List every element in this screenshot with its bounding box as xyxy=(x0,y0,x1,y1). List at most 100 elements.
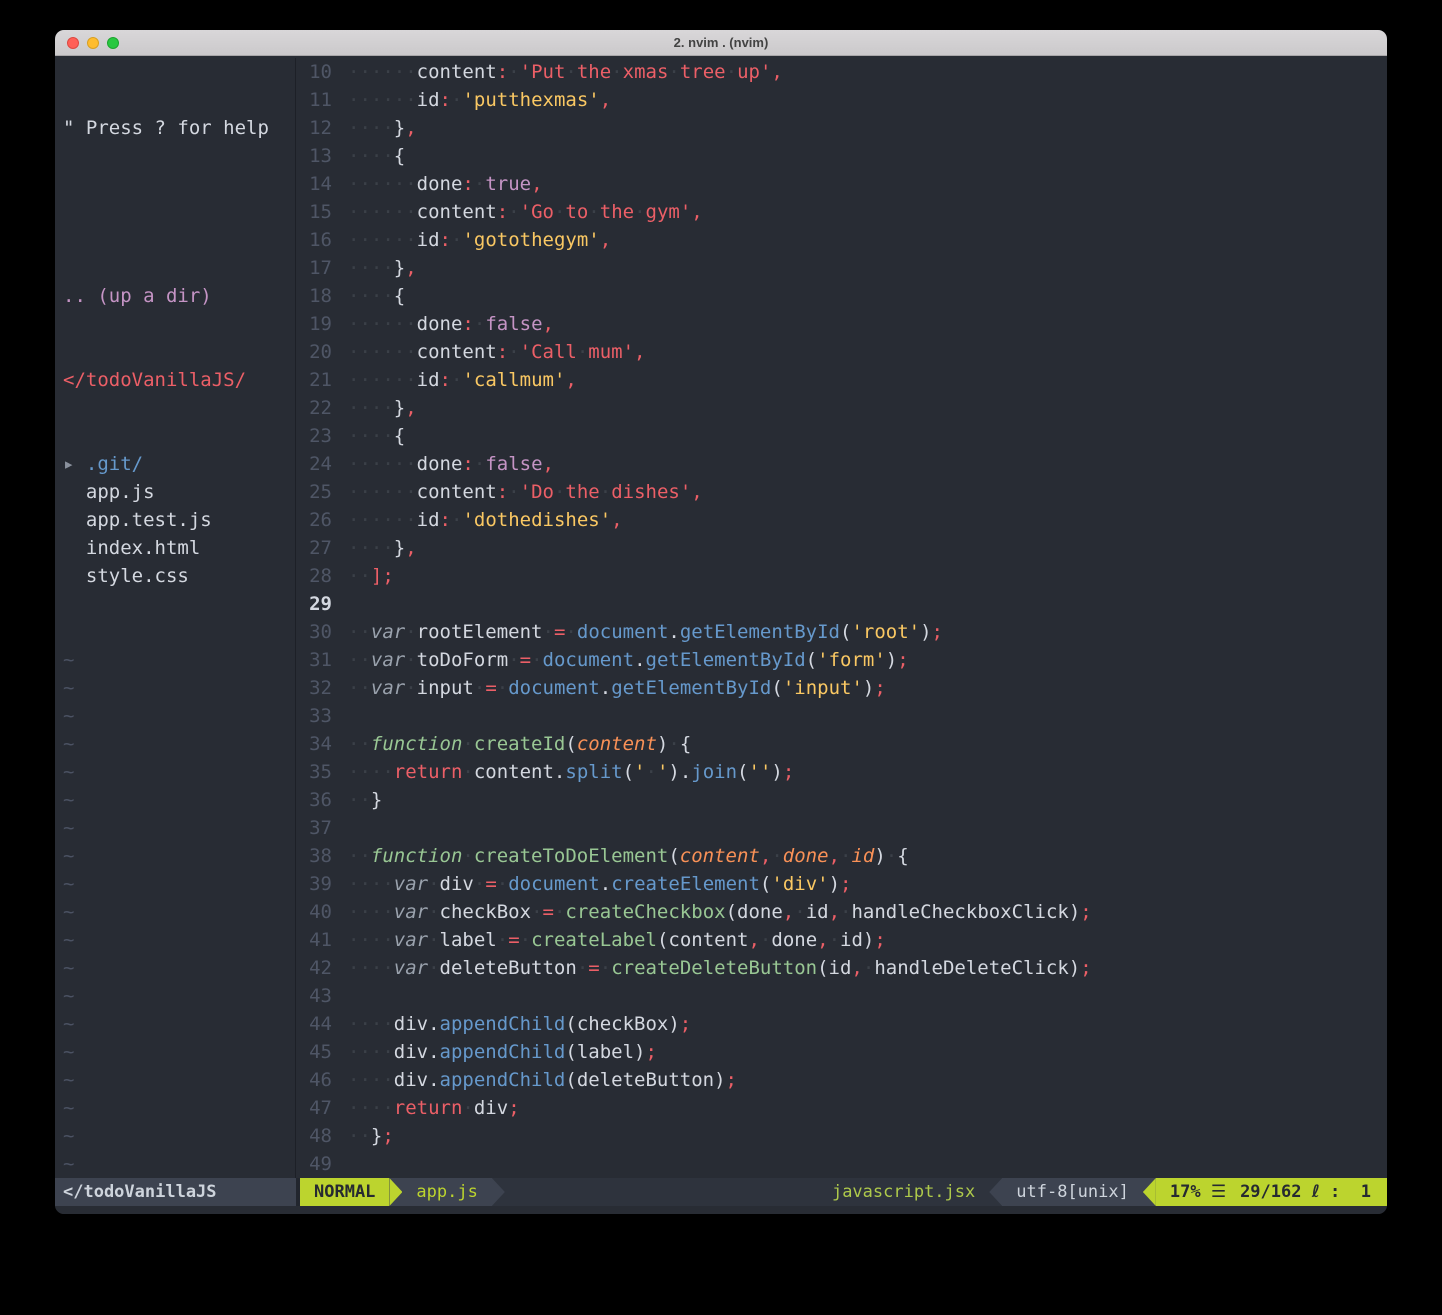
sidebar-entries: ▸ .git/ app.js app.test.js index.html st… xyxy=(55,450,295,590)
code-line-19[interactable]: 19······done:·false, xyxy=(296,310,1387,338)
line-number: 46 xyxy=(296,1066,332,1094)
code-line-20[interactable]: 20······content:·'Call·mum', xyxy=(296,338,1387,366)
code-line-42[interactable]: 42····var·deleteButton·=·createDeleteBut… xyxy=(296,954,1387,982)
code-line-46[interactable]: 46····div.appendChild(deleteButton); xyxy=(296,1066,1387,1094)
line-position: 29/162 xyxy=(1240,1182,1301,1202)
code-line-25[interactable]: 25······content:·'Do·the·dishes', xyxy=(296,478,1387,506)
code-line-23[interactable]: 23····{ xyxy=(296,422,1387,450)
code-line-17[interactable]: 17····}, xyxy=(296,254,1387,282)
code-token: : xyxy=(497,61,508,83)
code-line-35[interactable]: 35····return·content.split('·').join('')… xyxy=(296,758,1387,786)
code-line-49[interactable]: 49 xyxy=(296,1150,1387,1178)
explorer-statusline: </todoVanillaJS xyxy=(55,1178,296,1206)
code-line-30[interactable]: 30··var·rootElement·=·document.getElemen… xyxy=(296,618,1387,646)
code-token: document xyxy=(508,873,600,895)
code-line-11[interactable]: 11······id:·'putthexmas', xyxy=(296,86,1387,114)
code-line-12[interactable]: 12····}, xyxy=(296,114,1387,142)
tilde-marker: ~ xyxy=(55,842,295,870)
code-line-26[interactable]: 26······id:·'dothedishes', xyxy=(296,506,1387,534)
line-text: ····var·div·=·document.createElement('di… xyxy=(348,870,851,898)
code-line-44[interactable]: 44····div.appendChild(checkBox); xyxy=(296,1010,1387,1038)
code-token: div. xyxy=(394,1041,440,1063)
editor[interactable]: 10······content:·'Put·the·xmas·tree·up',… xyxy=(296,58,1387,1178)
line-number: 44 xyxy=(296,1010,332,1038)
code-line-10[interactable]: 10······content:·'Put·the·xmas·tree·up', xyxy=(296,58,1387,86)
code-line-43[interactable]: 43 xyxy=(296,982,1387,1010)
sidebar-entry-index.html[interactable]: index.html xyxy=(55,534,295,562)
code-token: done xyxy=(417,313,463,335)
file-explorer[interactable]: " Press ? for help .. (up a dir) </todoV… xyxy=(55,58,296,1178)
code-token: div. xyxy=(394,1013,440,1035)
code-line-22[interactable]: 22 ····}, xyxy=(296,394,1387,422)
sidebar-entry-app.test.js[interactable]: app.test.js xyxy=(55,506,295,534)
line-number: 20 xyxy=(296,338,332,366)
code-token: , xyxy=(600,89,611,111)
code-line-15[interactable]: 15······content:·'Go·to·the·gym', xyxy=(296,198,1387,226)
sidebar-entry-style.css[interactable]: style.css xyxy=(55,562,295,590)
line-number: 11 xyxy=(296,86,332,114)
line-text: ····var·label·=·createLabel(content,·don… xyxy=(348,926,886,954)
minimize-button-icon[interactable] xyxy=(87,37,99,49)
whitespace-dots: ·· xyxy=(348,565,371,587)
explorer-up-dir[interactable]: .. (up a dir) xyxy=(55,282,295,310)
code-line-31[interactable]: 31··var·toDoForm·=·document.getElementBy… xyxy=(296,646,1387,674)
code-token: , xyxy=(531,173,542,195)
whitespace-dots: ······ xyxy=(348,313,417,335)
line-text: ··function·createToDoElement(content,·do… xyxy=(348,842,909,870)
line-text: ····}, xyxy=(348,394,417,422)
code-line-13[interactable]: 13····{ xyxy=(296,142,1387,170)
line-number: 22 xyxy=(296,394,332,422)
code-line-33[interactable]: 33 xyxy=(296,702,1387,730)
line-number: 30 xyxy=(296,618,332,646)
code-line-48[interactable]: 48··}; xyxy=(296,1122,1387,1150)
code-token: : xyxy=(440,509,451,531)
sidebar-entry-app.js[interactable]: app.js xyxy=(55,478,295,506)
explorer-root-dir[interactable]: </todoVanillaJS/ xyxy=(55,366,295,394)
close-button-icon[interactable] xyxy=(67,37,79,49)
whitespace-dots: · xyxy=(451,509,462,531)
sidebar-tildes: ~~~~~~~~~~~~~~~~~~~~~~~~~~~~~~~ xyxy=(55,646,295,1178)
line-text: ··}; xyxy=(348,1122,394,1150)
line-text: ······content:·'Do·the·dishes', xyxy=(348,478,703,506)
code-line-32[interactable]: 32··var·input·=·document.getElementById(… xyxy=(296,674,1387,702)
code-line-16[interactable]: 16······id:·'gotothegym', xyxy=(296,226,1387,254)
line-text: ····{ xyxy=(348,422,405,450)
code-token: . xyxy=(600,873,611,895)
code-token: done xyxy=(783,845,829,867)
whitespace-dots: ···· xyxy=(348,145,394,167)
code-token: ; xyxy=(680,1013,691,1035)
code-token: function xyxy=(371,845,463,867)
code-line-24[interactable]: 24······done:·false, xyxy=(296,450,1387,478)
code-line-28[interactable]: 28··]; xyxy=(296,562,1387,590)
code-line-29[interactable]: 29 xyxy=(296,590,1387,618)
code-token: { xyxy=(394,425,405,447)
whitespace-dots: · xyxy=(531,901,542,923)
code-line-34[interactable]: 34··function·createId(content)·{ xyxy=(296,730,1387,758)
code-line-37[interactable]: 37 xyxy=(296,814,1387,842)
code-token: . xyxy=(600,677,611,699)
code-token: done xyxy=(417,453,463,475)
code-line-47[interactable]: 47····return·div; xyxy=(296,1094,1387,1122)
title-bar[interactable]: 2. nvim . (nvim) xyxy=(55,30,1387,56)
code-line-21[interactable]: 21······id:·'callmum', xyxy=(296,366,1387,394)
sidebar-entry-.git[interactable]: ▸ .git/ xyxy=(55,450,295,478)
code-line-40[interactable]: 40····var·checkBox·=·createCheckbox(done… xyxy=(296,898,1387,926)
zoom-button-icon[interactable] xyxy=(107,37,119,49)
filetype-segment: javascript.jsx xyxy=(818,1178,989,1206)
encoding-segment: utf-8[unix] xyxy=(1002,1178,1143,1206)
code-line-27[interactable]: 27····}, xyxy=(296,534,1387,562)
code-token: = xyxy=(485,677,496,699)
code-line-45[interactable]: 45····div.appendChild(label); xyxy=(296,1038,1387,1066)
code-line-38[interactable]: 38··function·createToDoElement(content,·… xyxy=(296,842,1387,870)
code-line-18[interactable]: 18····{ xyxy=(296,282,1387,310)
line-text: ······id:·'dothedishes', xyxy=(348,506,623,534)
code-line-14[interactable]: 14······done:·true, xyxy=(296,170,1387,198)
code-token: : xyxy=(497,341,508,363)
code-line-41[interactable]: 41····var·label·=·createLabel(content,·d… xyxy=(296,926,1387,954)
code-line-39[interactable]: 39····var·div·=·document.createElement('… xyxy=(296,870,1387,898)
code-line-36[interactable]: 36··} xyxy=(296,786,1387,814)
powerline-separator-icon xyxy=(389,1178,402,1206)
whitespace-dots: · xyxy=(554,901,565,923)
nvim-content: " Press ? for help .. (up a dir) </todoV… xyxy=(55,56,1387,1178)
code-token: 'div' xyxy=(771,873,828,895)
